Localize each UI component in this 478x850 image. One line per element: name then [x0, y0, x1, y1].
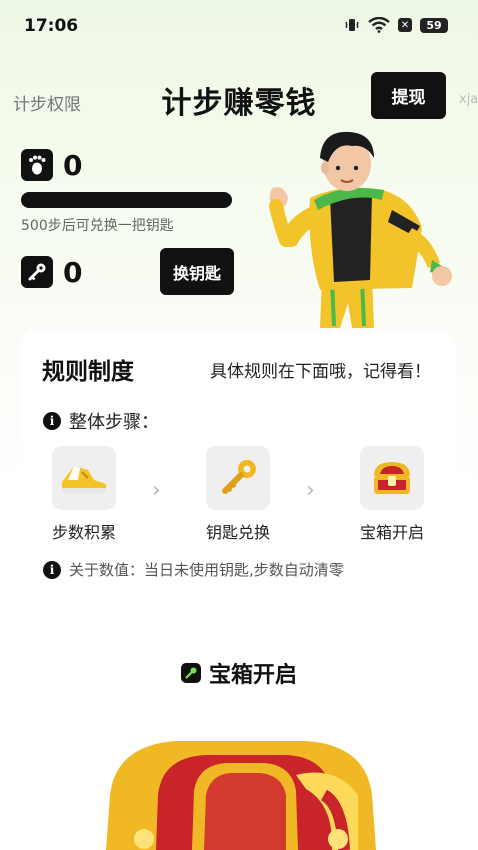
footprint-icon — [21, 149, 53, 181]
step-open-chest: 宝箱开启 — [342, 446, 442, 543]
treasure-chest-illustration[interactable] — [96, 735, 386, 850]
header-right-link[interactable]: xja — [459, 92, 478, 107]
step-progress-bar — [21, 192, 232, 208]
vibrate-icon — [345, 19, 359, 31]
treasure-chest-icon — [360, 446, 424, 510]
key-count-icon — [21, 256, 53, 288]
step-accumulate-label: 步数积累 — [51, 523, 116, 542]
chest-section-title: 宝箱开启 — [0, 657, 478, 689]
key-icon — [206, 446, 270, 510]
step-open-chest-label: 宝箱开启 — [359, 523, 424, 542]
chevron-right-icon: › — [152, 478, 161, 503]
wifi-icon — [368, 17, 390, 33]
steps-heading: i 整体步骤： — [43, 408, 159, 434]
sneaker-icon — [52, 446, 116, 510]
rules-card: 规则制度 具体规则在下面哦，记得看！ i 整体步骤： 步数积累 › 钥匙兑换 ›… — [21, 330, 456, 600]
exchange-key-button[interactable]: 换钥匙 — [160, 248, 234, 295]
chest-section-label: 宝箱开启 — [208, 663, 297, 688]
battery-indicator: 59 — [420, 17, 448, 33]
info-icon: i — [43, 560, 61, 579]
rules-title: 规则制度 — [42, 359, 134, 385]
step-accumulate: 步数积累 — [34, 446, 134, 543]
withdraw-button[interactable]: 提现 — [371, 72, 446, 119]
value-note-text: 关于数值：当日未使用钥匙,步数自动清零 — [69, 561, 344, 579]
key-count: 0 — [63, 256, 83, 289]
chevron-right-icon: › — [306, 478, 315, 503]
close-box-icon: ✕ — [398, 18, 412, 32]
status-time: 17:06 — [24, 16, 79, 36]
exchange-hint: 500步后可兑换一把钥匙 — [21, 218, 174, 234]
step-key-exchange: 钥匙兑换 — [188, 446, 288, 543]
status-icons: ✕ 59 — [344, 17, 448, 33]
running-boy-illustration — [269, 131, 452, 328]
info-icon: i — [43, 412, 61, 430]
rules-note: 具体规则在下面哦，记得看！ — [210, 362, 431, 382]
step-count: 0 — [63, 149, 83, 182]
value-note: i 关于数值：当日未使用钥匙,步数自动清零 — [43, 559, 344, 580]
key-icon — [180, 663, 201, 683]
step-key-exchange-label: 钥匙兑换 — [205, 523, 270, 542]
status-bar: 17:06 ✕ 59 — [0, 0, 478, 52]
steps-heading-label: 整体步骤： — [69, 412, 159, 433]
